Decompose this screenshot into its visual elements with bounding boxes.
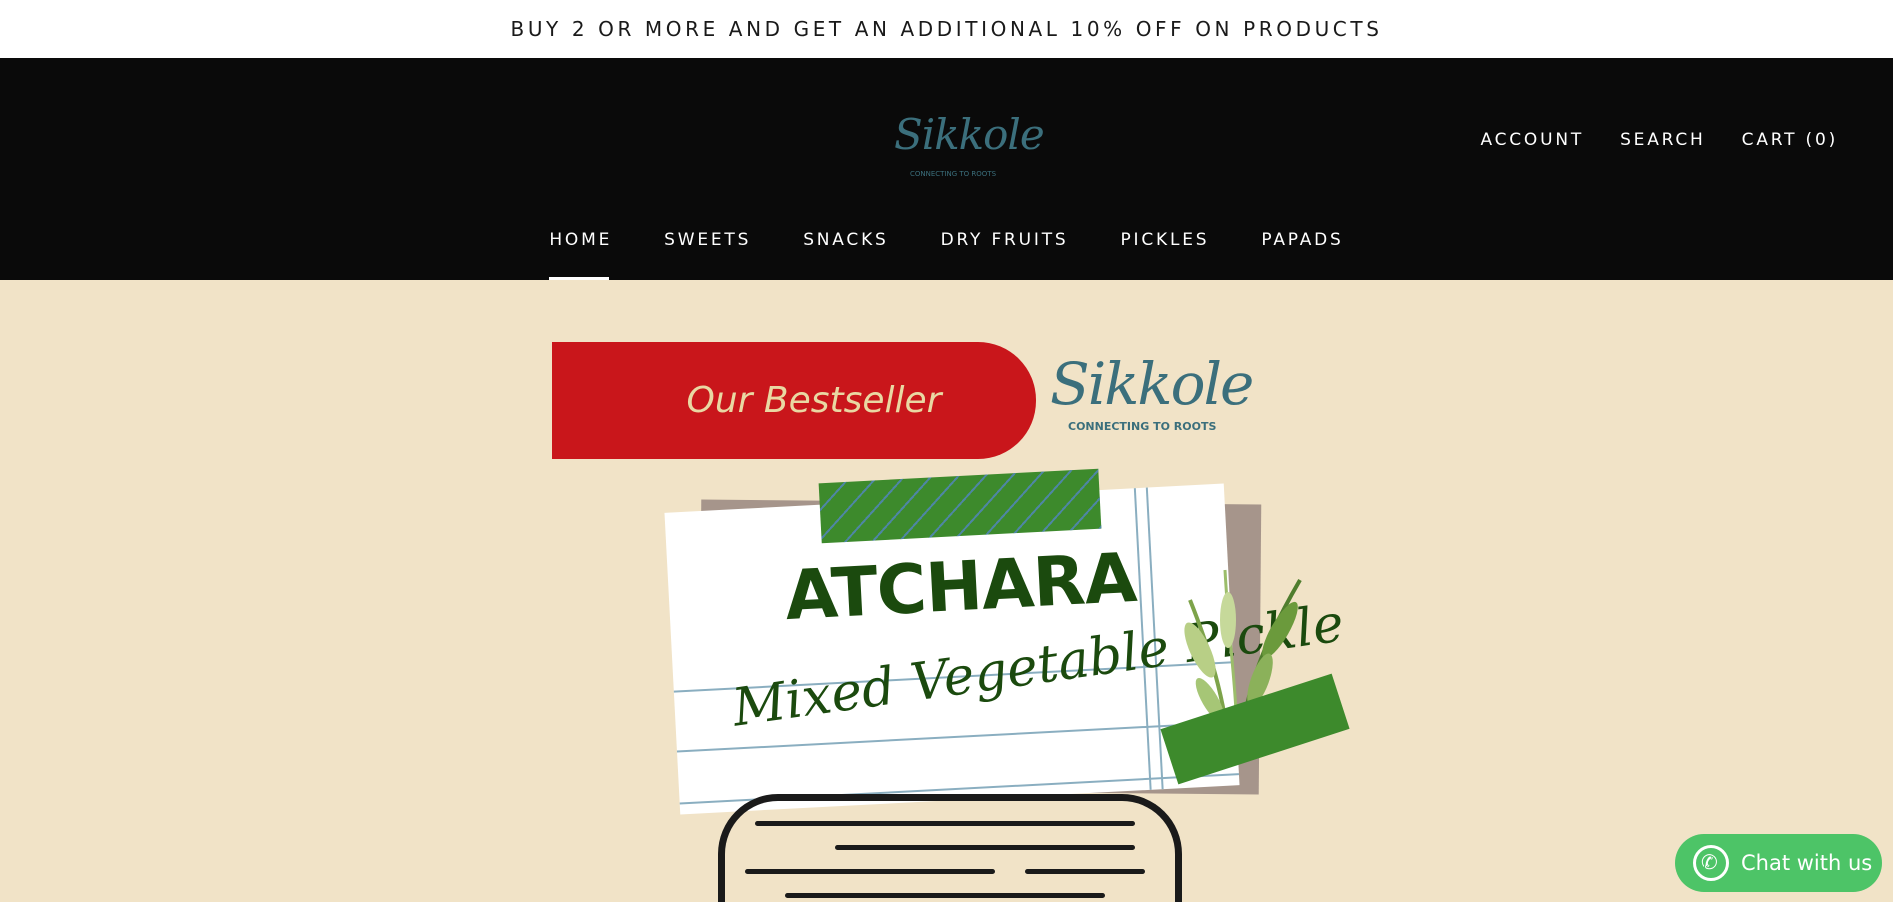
hero-brand-tagline: CONNECTING TO ROOTS xyxy=(1068,420,1217,433)
jar-illustration xyxy=(718,794,1182,902)
jar-stroke xyxy=(1025,869,1145,874)
nav-item-home[interactable]: HOME xyxy=(549,230,612,280)
hero-banner[interactable]: Our Bestseller Sikkole CONNECTING TO ROO… xyxy=(0,280,1893,902)
nav-item-papads[interactable]: PAPADS xyxy=(1261,230,1343,272)
announcement-bar: BUY 2 OR MORE AND GET AN ADDITIONAL 10% … xyxy=(0,0,1893,58)
site-logo[interactable]: Sikkole CONNECTING TO ROOTS xyxy=(890,110,1045,178)
hero-brand-logo: Sikkole CONNECTING TO ROOTS xyxy=(1050,350,1254,433)
cart-link[interactable]: CART (0) xyxy=(1742,130,1838,150)
chat-button[interactable]: Chat with us xyxy=(1675,834,1882,892)
main-nav: HOME SWEETS SNACKS DRY FRUITS PICKLES PA… xyxy=(0,230,1893,280)
bestseller-ribbon: Our Bestseller xyxy=(552,342,1036,459)
nav-item-sweets[interactable]: SWEETS xyxy=(664,230,751,272)
jar-stroke xyxy=(785,893,1105,898)
header-links: ACCOUNT SEARCH CART (0) xyxy=(1480,130,1838,150)
nav-item-snacks[interactable]: SNACKS xyxy=(803,230,888,272)
announcement-text: BUY 2 OR MORE AND GET AN ADDITIONAL 10% … xyxy=(510,17,1383,41)
nav-item-dry-fruits[interactable]: DRY FRUITS xyxy=(941,230,1069,272)
ribbon-text: Our Bestseller xyxy=(686,380,942,421)
jar-stroke xyxy=(835,845,1135,850)
site-header: Sikkole CONNECTING TO ROOTS ACCOUNT SEAR… xyxy=(0,58,1893,280)
logo-tagline: CONNECTING TO ROOTS xyxy=(910,170,997,178)
chat-label: Chat with us xyxy=(1741,851,1873,875)
jar-stroke xyxy=(745,869,995,874)
account-link[interactable]: ACCOUNT xyxy=(1480,130,1584,150)
jar-stroke xyxy=(755,821,1135,826)
hero-brand-name: Sikkole xyxy=(1050,350,1254,418)
whatsapp-icon xyxy=(1693,845,1729,881)
logo-name: Sikkole xyxy=(894,110,1045,159)
nav-item-pickles[interactable]: PICKLES xyxy=(1120,230,1209,272)
search-link[interactable]: SEARCH xyxy=(1620,130,1706,150)
